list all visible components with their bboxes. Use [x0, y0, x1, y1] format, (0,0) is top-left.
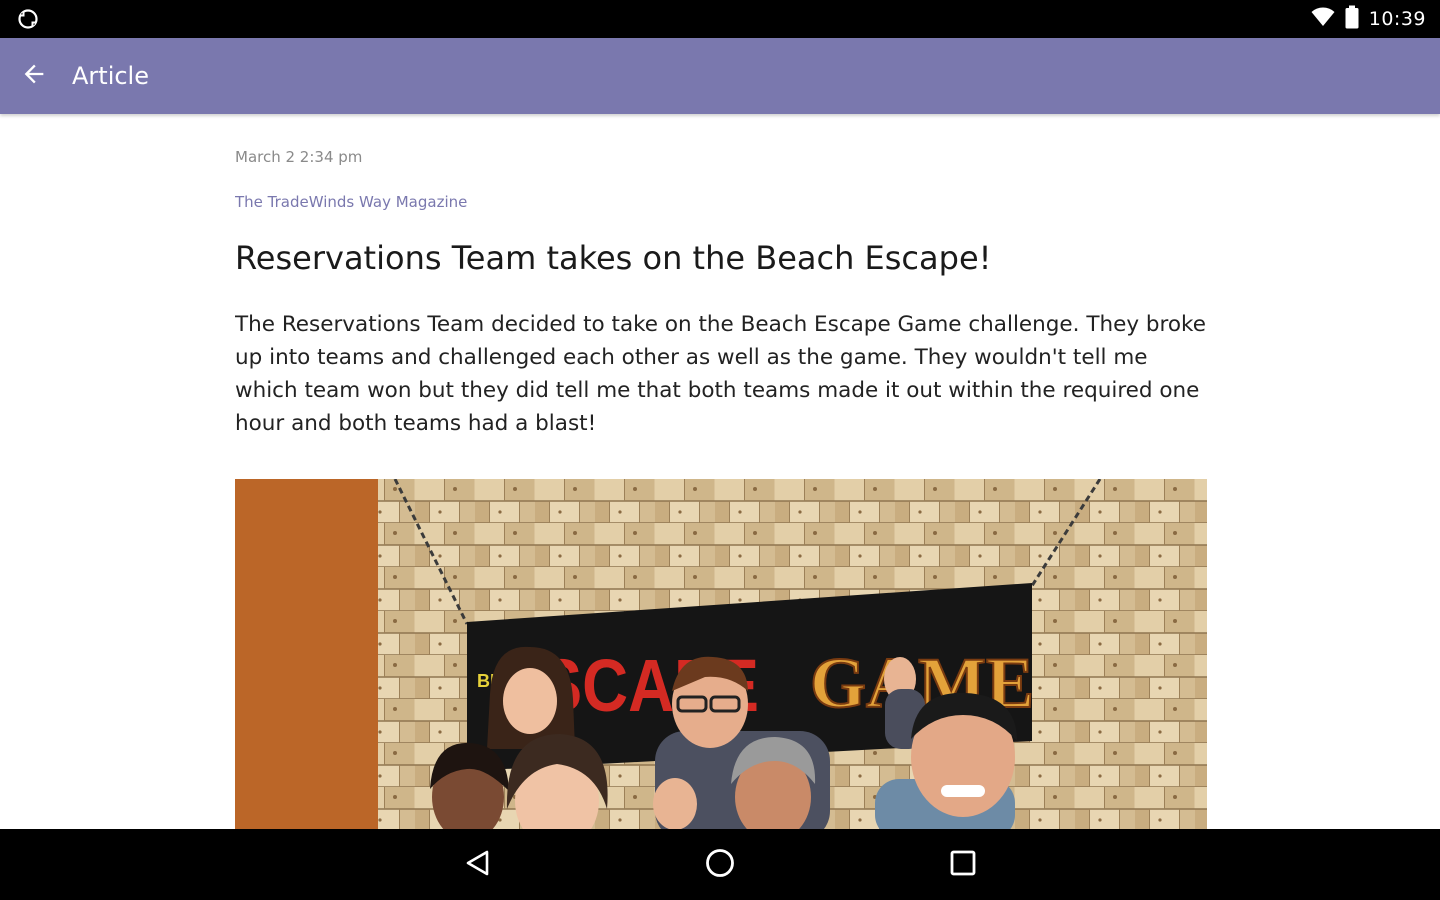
wifi-icon — [1311, 7, 1335, 32]
page-title: Article — [72, 62, 149, 90]
team-photo-image: BEACH ESCAPE GAME — [235, 479, 1207, 830]
article-content: March 2 2:34 pm The TradeWinds Way Magaz… — [235, 114, 1207, 830]
nav-recents-button[interactable] — [941, 843, 985, 887]
battery-icon — [1345, 5, 1359, 34]
screen: 10:39 Article March 2 2:34 pm The TradeW… — [0, 0, 1440, 900]
nav-back-icon — [463, 848, 493, 883]
nav-recents-icon — [949, 849, 977, 882]
status-time: 10:39 — [1368, 8, 1426, 30]
article-source-link[interactable]: The TradeWinds Way Magazine — [235, 193, 467, 211]
arrow-back-icon — [20, 60, 48, 93]
article-body: The Reservations Team decided to take on… — [235, 312, 1206, 436]
article-photo[interactable]: BEACH ESCAPE GAME — [235, 479, 1207, 830]
back-button[interactable] — [14, 56, 54, 96]
article-date: March 2 2:34 pm — [235, 148, 363, 166]
sync-icon — [16, 7, 40, 31]
nav-home-icon — [704, 847, 736, 884]
article-title: Reservations Team takes on the Beach Esc… — [235, 239, 992, 277]
status-bar: 10:39 — [0, 0, 1440, 38]
navigation-bar — [0, 829, 1440, 900]
nav-home-button[interactable] — [698, 843, 742, 887]
status-indicators: 10:39 — [1311, 0, 1426, 38]
nav-back-button[interactable] — [456, 843, 500, 887]
app-bar: Article — [0, 38, 1440, 114]
